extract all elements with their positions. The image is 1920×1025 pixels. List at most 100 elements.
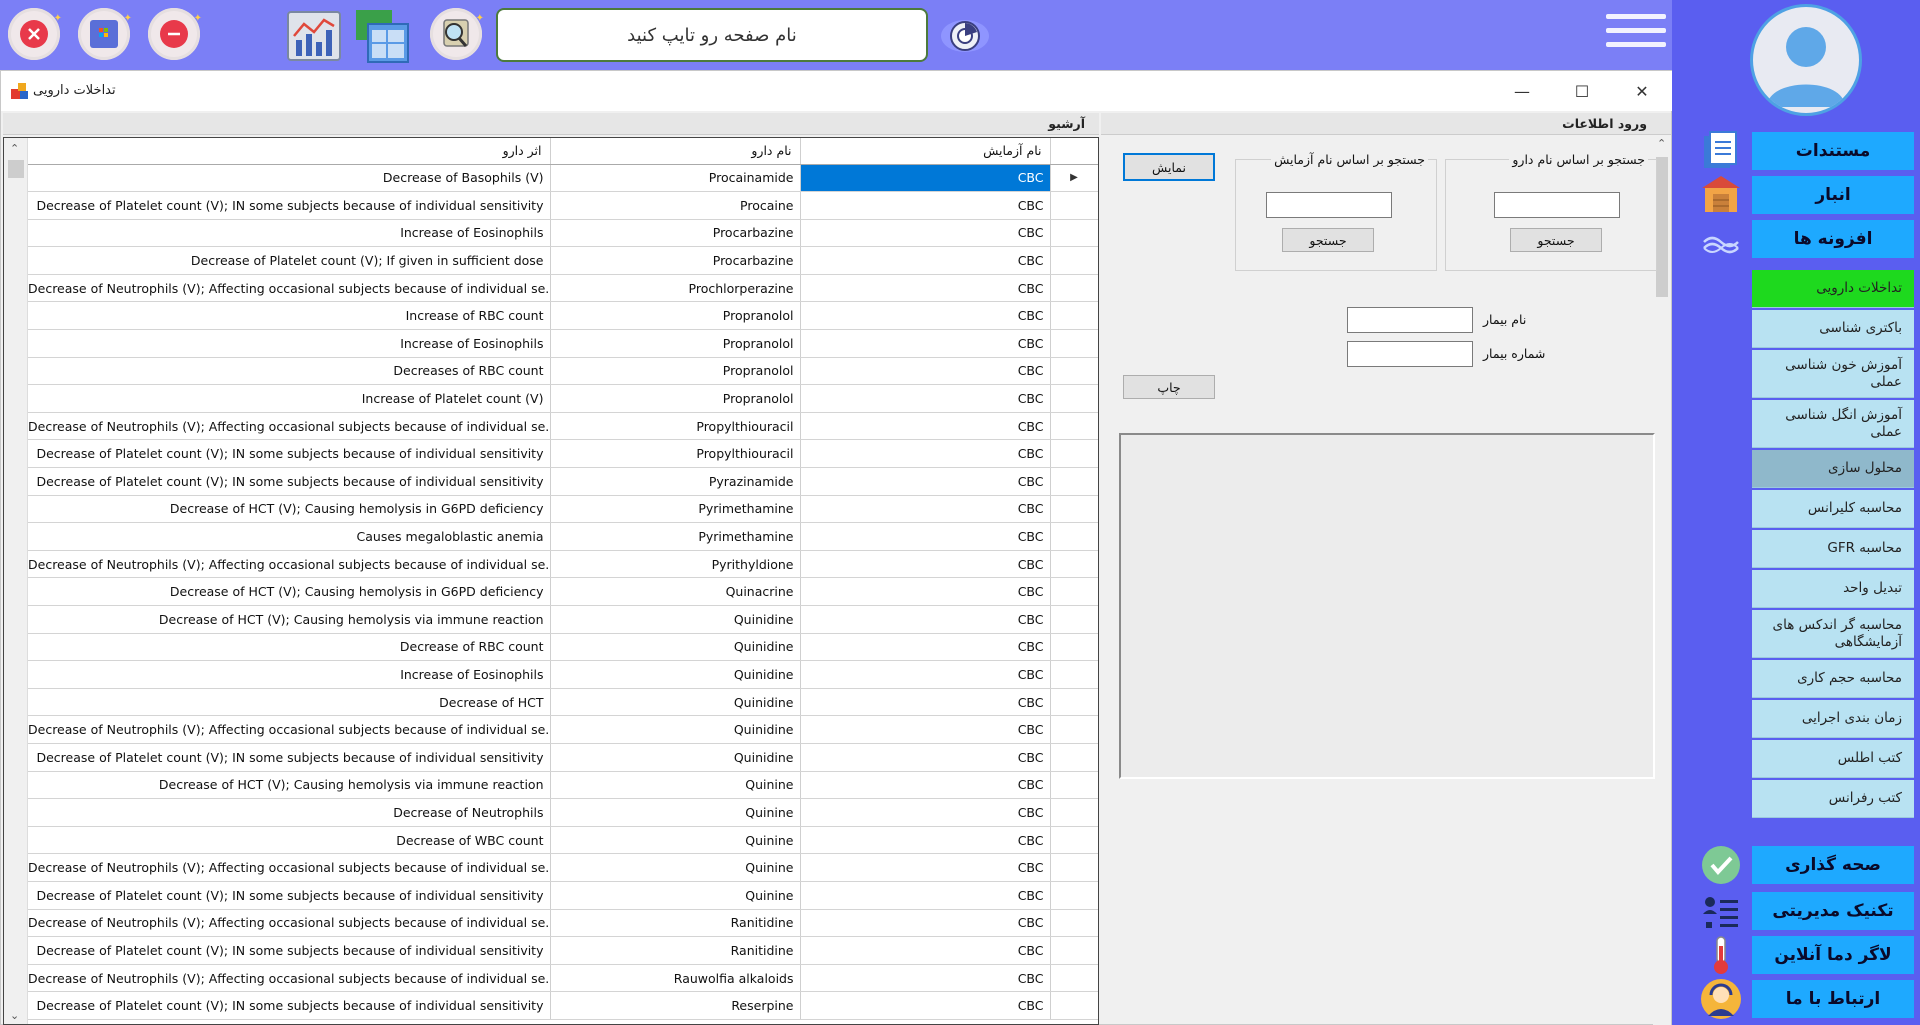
windows-desktop-button[interactable]: ✦: [78, 8, 132, 60]
hamburger-menu-icon[interactable]: [1606, 14, 1666, 58]
effect-cell[interactable]: Decrease of Platelet count (V); IN some …: [28, 439, 551, 469]
row-header[interactable]: [1050, 246, 1098, 275]
effect-cell[interactable]: Decrease of Platelet count (V); IN some …: [28, 191, 551, 220]
effect-cell[interactable]: Increase of Eosinophils: [28, 219, 551, 248]
sidebar-sub-item[interactable]: محلول سازی: [1752, 450, 1914, 488]
test-cell[interactable]: CBC: [800, 495, 1051, 524]
effect-cell[interactable]: Decrease of HCT (V); Causing hemolysis i…: [28, 577, 551, 606]
sidebar-sub-item[interactable]: محاسبه GFR: [1752, 530, 1914, 568]
effect-cell[interactable]: Decrease of WBC count: [28, 826, 551, 855]
effect-cell[interactable]: Increase of Eosinophils: [28, 329, 551, 358]
print-button[interactable]: چاپ: [1123, 375, 1215, 399]
effect-cell[interactable]: Increase of Eosinophils: [28, 660, 551, 689]
test-cell[interactable]: CBC: [800, 246, 1051, 275]
drug-cell[interactable]: Pyrazinamide: [550, 467, 801, 496]
effect-cell[interactable]: Decrease of Neutrophils (V); Affecting o…: [28, 964, 551, 993]
scroll-thumb[interactable]: [1656, 157, 1668, 297]
maximize-button[interactable]: ☐: [1559, 77, 1605, 105]
close-window-button[interactable]: ✕: [1619, 77, 1665, 105]
test-cell[interactable]: CBC: [800, 384, 1051, 413]
row-header[interactable]: [1050, 357, 1098, 386]
row-header[interactable]: [1050, 384, 1098, 413]
effect-cell[interactable]: Decrease of Neutrophils (V); Affecting o…: [28, 550, 551, 579]
test-cell[interactable]: CBC: [800, 301, 1051, 331]
scroll-down-icon[interactable]: ⌄: [10, 1009, 19, 1022]
patient-number-input[interactable]: [1347, 341, 1473, 367]
row-header[interactable]: [1050, 191, 1098, 220]
test-cell[interactable]: CBC: [800, 909, 1051, 938]
drug-cell[interactable]: Quinacrine: [550, 577, 801, 606]
column-header-drug[interactable]: نام دارو: [550, 138, 801, 165]
sidebar-sub-item[interactable]: تبدیل واحد: [1752, 570, 1914, 608]
current-row-indicator-icon[interactable]: ▶: [1050, 164, 1098, 193]
row-header[interactable]: [1050, 467, 1098, 496]
drug-cell[interactable]: Reserpine: [550, 991, 801, 1020]
chart-icon[interactable]: [286, 8, 342, 64]
row-header[interactable]: [1050, 550, 1098, 579]
report-output-area[interactable]: [1119, 433, 1655, 779]
test-cell[interactable]: CBC: [800, 853, 1051, 882]
radar-icon[interactable]: [940, 14, 990, 58]
drug-cell[interactable]: Propylthiouracil: [550, 412, 801, 441]
drug-cell[interactable]: Prochlorperazine: [550, 274, 801, 303]
effect-cell[interactable]: Decrease of Neutrophils (V); Affecting o…: [28, 853, 551, 882]
row-header[interactable]: [1050, 964, 1098, 993]
table-row[interactable]: Decrease of HCT (V); Causing hemolysis v…: [28, 771, 1098, 800]
test-cell[interactable]: CBC: [800, 688, 1051, 717]
drug-cell[interactable]: Quinidine: [550, 688, 801, 717]
row-header[interactable]: [1050, 798, 1098, 827]
drug-cell[interactable]: Quinine: [550, 798, 801, 827]
test-cell[interactable]: CBC: [800, 439, 1051, 469]
sidebar-sub-item[interactable]: زمان بندی اجرایی: [1752, 700, 1914, 738]
drug-cell[interactable]: Procarbazine: [550, 219, 801, 248]
row-header[interactable]: [1050, 771, 1098, 800]
effect-cell[interactable]: Decrease of Platelet count (V); IN some …: [28, 467, 551, 496]
table-row[interactable]: Decrease of Neutrophils (V); Affecting o…: [28, 274, 1098, 303]
row-header[interactable]: [1050, 577, 1098, 606]
drug-cell[interactable]: Ranitidine: [550, 936, 801, 965]
test-cell[interactable]: CBC: [800, 881, 1051, 910]
row-header[interactable]: [1050, 219, 1098, 248]
row-header[interactable]: [1050, 412, 1098, 441]
exit-button[interactable]: ✦: [8, 8, 62, 60]
table-row[interactable]: Decrease of Platelet count (V); IN some …: [28, 991, 1098, 1020]
test-cell[interactable]: CBC: [800, 715, 1051, 744]
table-row[interactable]: Decrease of Neutrophils (V); Affecting o…: [28, 550, 1098, 579]
test-cell[interactable]: CBC: [800, 798, 1051, 827]
sidebar-main-item[interactable]: افزونه ها: [1752, 220, 1914, 258]
effect-cell[interactable]: Decrease of Neutrophils (V); Affecting o…: [28, 909, 551, 938]
test-cell[interactable]: CBC: [800, 329, 1051, 358]
test-cell[interactable]: CBC: [800, 164, 1051, 193]
scroll-up-icon[interactable]: ⌃: [1657, 137, 1666, 150]
column-header-effect[interactable]: اثر دارو: [28, 138, 551, 165]
table-row[interactable]: Decrease of Neutrophils (V); Affecting o…: [28, 412, 1098, 441]
drug-cell[interactable]: Procaine: [550, 191, 801, 220]
table-row[interactable]: Decreases of RBC count Propranolol CBC: [28, 357, 1098, 386]
drug-cell[interactable]: Quinine: [550, 771, 801, 800]
drug-cell[interactable]: Pyrimethamine: [550, 495, 801, 524]
sidebar-main-item[interactable]: لاگر دما آنلاین: [1752, 936, 1914, 974]
test-cell[interactable]: CBC: [800, 412, 1051, 441]
table-row[interactable]: Decrease of Platelet count (V); IN some …: [28, 439, 1098, 469]
table-row[interactable]: Decrease of Neutrophils (V); Affecting o…: [28, 715, 1098, 744]
test-cell[interactable]: CBC: [800, 936, 1051, 965]
table-row[interactable]: Decrease of Platelet count (V); IN some …: [28, 467, 1098, 496]
test-cell[interactable]: CBC: [800, 964, 1051, 993]
table-row[interactable]: Increase of Platelet count (V) Propranolo…: [28, 384, 1098, 413]
test-cell[interactable]: CBC: [800, 577, 1051, 606]
effect-cell[interactable]: Decrease of Platelet count (V); IN some …: [28, 991, 551, 1020]
test-cell[interactable]: CBC: [800, 219, 1051, 248]
table-row[interactable]: Increase of RBC count Propranolol CBC: [28, 301, 1098, 331]
row-header[interactable]: [1050, 853, 1098, 882]
row-header[interactable]: [1050, 274, 1098, 303]
row-header[interactable]: [1050, 715, 1098, 744]
drug-cell[interactable]: Ranitidine: [550, 909, 801, 938]
sidebar-sub-item[interactable]: کتب اطلس: [1752, 740, 1914, 778]
effect-cell[interactable]: Decrease of HCT (V); Causing hemolysis i…: [28, 495, 551, 524]
row-header[interactable]: [1050, 991, 1098, 1020]
sidebar-sub-item[interactable]: باکتری شناسی: [1752, 310, 1914, 348]
table-row[interactable]: Decrease of Platelet count (V); IN some …: [28, 191, 1098, 220]
test-cell[interactable]: CBC: [800, 743, 1051, 772]
effect-cell[interactable]: Decrease of Neutrophils (V); Affecting o…: [28, 274, 551, 303]
table-row[interactable]: Decrease of Platelet count (V); IN some …: [28, 743, 1098, 772]
